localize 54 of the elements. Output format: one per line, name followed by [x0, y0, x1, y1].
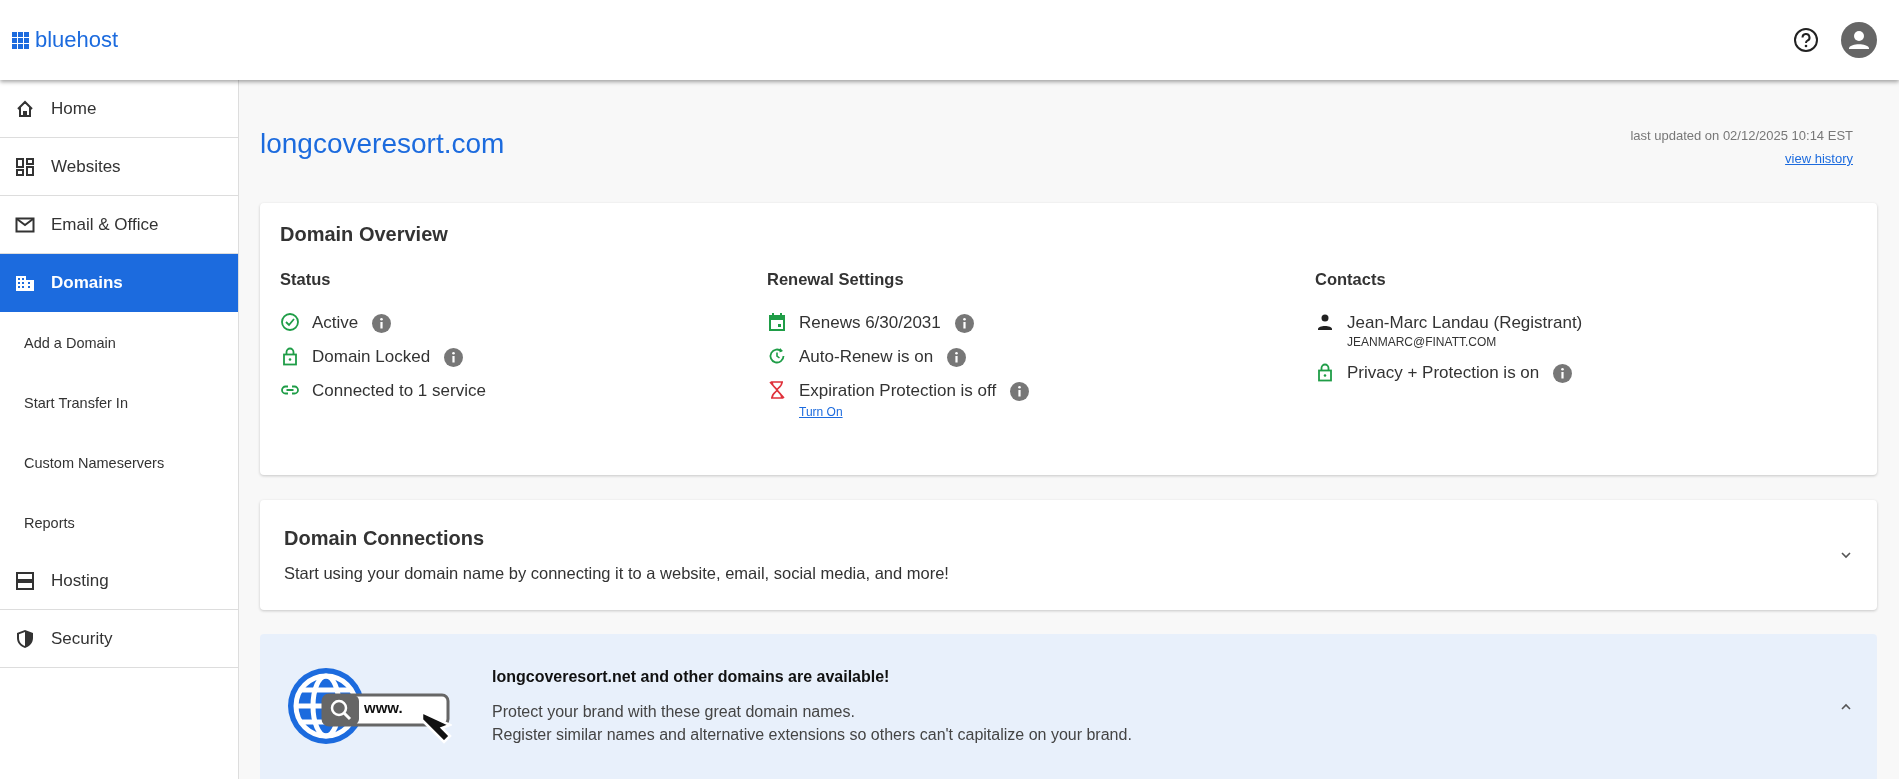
- help-icon[interactable]: [1793, 27, 1819, 53]
- banner-title: longcoveresort.net and other domains are available!: [492, 667, 891, 686]
- status-text: Renews 6/30/2031: [799, 313, 941, 333]
- card-title: Domain Connections: [284, 527, 485, 550]
- sidebar-item[interactable]: Hosting: [0, 552, 238, 610]
- status-text: Jean-Marc Landau (Registrant): [1347, 313, 1583, 333]
- sidebar-item[interactable]: Reports: [0, 494, 238, 552]
- sidebar-item[interactable]: Security: [0, 610, 238, 668]
- turn-on-link[interactable]: Turn On: [799, 405, 843, 419]
- www-text: www.: [364, 698, 403, 716]
- info-icon[interactable]: [954, 313, 974, 333]
- padlock-icon: [280, 346, 300, 366]
- status-text: Connected to 1 service: [312, 381, 486, 401]
- connections-description: Start using your domain name by connecting it to a website, email, social media, and more!: [284, 564, 949, 583]
- info-icon[interactable]: [1010, 381, 1030, 401]
- logo-text: bluehost: [35, 27, 119, 53]
- view-history-link[interactable]: view history: [1785, 151, 1853, 166]
- info-icon[interactable]: [1553, 363, 1573, 383]
- sidebar-item[interactable]: Home: [0, 80, 238, 138]
- column-heading: Renewal Settings: [767, 270, 905, 289]
- calendar-icon: [767, 312, 787, 332]
- sidebar-item[interactable]: Start Transfer In: [0, 374, 238, 432]
- status-text: Active: [312, 313, 359, 333]
- column-heading: Status: [280, 270, 332, 289]
- sidebar-item[interactable]: Websites: [0, 138, 238, 196]
- server-icon: [15, 570, 35, 591]
- status-text: Auto-Renew is on: [799, 347, 934, 367]
- clock-refresh-icon: [767, 346, 787, 366]
- dashboard-icon: [15, 156, 35, 177]
- status-text: Domain Locked: [312, 347, 431, 367]
- person-icon: [1315, 312, 1335, 332]
- status-text: Privacy + Protection is on: [1347, 363, 1540, 383]
- contact-email: JEANMARC@FINATT.COM: [1347, 335, 1498, 349]
- grid-logo-icon: [12, 31, 29, 49]
- info-icon[interactable]: [372, 313, 392, 333]
- sidebar-item[interactable]: Add a Domain: [0, 314, 238, 372]
- home-icon: [15, 98, 35, 119]
- check-circle-icon: [280, 312, 300, 332]
- status-text: Expiration Protection is off: [799, 381, 997, 401]
- info-icon[interactable]: [947, 347, 967, 367]
- info-icon[interactable]: [444, 347, 464, 367]
- sidebar-item[interactable]: Domains: [0, 254, 238, 312]
- shield-icon: [15, 628, 35, 649]
- banner-text: Register similar names and alternative extensions so others can't capitalize on your brand.: [492, 724, 1133, 745]
- hourglass-off-icon: [767, 380, 787, 400]
- last-updated-text: last updated on 02/12/2025 10:14 EST: [1630, 128, 1853, 143]
- domain-title: longcoveresort.com: [260, 128, 505, 160]
- card-title: Domain Overview: [280, 223, 449, 246]
- banner-text: Protect your brand with these great domain names.: [492, 701, 856, 722]
- building-icon: [15, 273, 35, 293]
- sidebar-item[interactable]: Custom Nameservers: [0, 434, 238, 492]
- column-heading: Contacts: [1315, 270, 1387, 289]
- user-avatar-icon[interactable]: [1841, 22, 1877, 58]
- padlock-icon: [1315, 362, 1335, 382]
